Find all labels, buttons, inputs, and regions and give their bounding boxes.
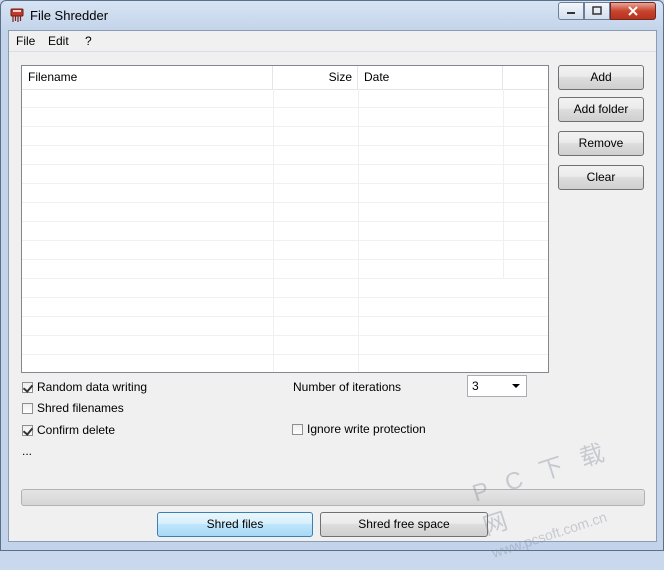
iterations-label: Number of iterations — [293, 380, 402, 394]
menu-bar: File Edit ? — [9, 31, 656, 52]
maximize-icon — [592, 6, 602, 15]
shred-filenames-checkbox[interactable]: Shred filenames — [22, 401, 124, 415]
list-row[interactable] — [22, 317, 548, 336]
file-list[interactable]: Filename Size Date — [21, 65, 549, 373]
remove-button[interactable]: Remove — [558, 131, 644, 156]
column-filename[interactable]: Filename — [22, 66, 273, 89]
progress-bar — [21, 489, 645, 506]
list-row[interactable] — [22, 336, 548, 355]
menu-edit[interactable]: Edit — [48, 34, 69, 48]
checkbox-box[interactable] — [22, 381, 33, 393]
client-area: File Edit ? Filename Size Date Add Add f… — [8, 30, 657, 542]
list-header: Filename Size Date — [22, 66, 548, 90]
list-row[interactable] — [22, 127, 548, 146]
checkbox-label: Random data writing — [37, 380, 148, 394]
shred-files-button[interactable]: Shred files — [157, 512, 313, 537]
list-row[interactable] — [22, 203, 548, 222]
app-window: File Shredder File Edit ? Filename Size … — [0, 0, 664, 551]
add-button[interactable]: Add — [558, 65, 644, 90]
checkbox-label: Shred filenames — [37, 401, 124, 415]
close-icon — [628, 6, 638, 16]
column-divider — [273, 89, 274, 372]
dropdown-arrow-icon — [512, 384, 520, 388]
list-row[interactable] — [22, 108, 548, 127]
status-text: ... — [22, 444, 33, 458]
column-divider — [503, 89, 504, 279]
checkbox-label: Ignore write protection — [307, 422, 426, 436]
list-row[interactable] — [22, 184, 548, 203]
checkbox-label: Confirm delete — [37, 423, 116, 437]
shredder-app-icon — [10, 8, 24, 22]
menu-file[interactable]: File — [16, 34, 35, 48]
column-size[interactable]: Size — [273, 66, 358, 89]
list-row[interactable] — [22, 222, 548, 241]
shred-free-space-button[interactable]: Shred free space — [320, 512, 488, 537]
iterations-select[interactable]: 3 — [467, 375, 527, 397]
menu-help[interactable]: ? — [85, 34, 92, 48]
column-divider — [358, 89, 359, 372]
list-row[interactable] — [22, 298, 548, 317]
list-row[interactable] — [22, 279, 548, 298]
title-bar[interactable]: File Shredder — [1, 1, 663, 29]
list-row[interactable] — [22, 241, 548, 260]
checkbox-box[interactable] — [22, 402, 33, 414]
column-filler — [503, 66, 548, 89]
column-date[interactable]: Date — [358, 66, 503, 89]
minimize-icon — [567, 12, 575, 14]
checkbox-box[interactable] — [22, 424, 33, 436]
random-data-writing-checkbox[interactable]: Random data writing — [22, 380, 147, 394]
checkbox-box[interactable] — [292, 423, 303, 435]
ignore-write-protection-checkbox[interactable]: Ignore write protection — [292, 422, 426, 436]
window-title: File Shredder — [30, 8, 109, 23]
list-row[interactable] — [22, 165, 548, 184]
iterations-value: 3 — [472, 379, 479, 393]
confirm-delete-checkbox[interactable]: Confirm delete — [22, 423, 115, 437]
list-row[interactable] — [22, 146, 548, 165]
minimize-button[interactable] — [558, 2, 584, 20]
maximize-button[interactable] — [584, 2, 610, 20]
list-row[interactable] — [22, 260, 548, 279]
list-row[interactable] — [22, 355, 548, 372]
clear-button[interactable]: Clear — [558, 165, 644, 190]
close-button[interactable] — [610, 2, 656, 20]
add-folder-button[interactable]: Add folder — [558, 97, 644, 122]
list-row[interactable] — [22, 89, 548, 108]
